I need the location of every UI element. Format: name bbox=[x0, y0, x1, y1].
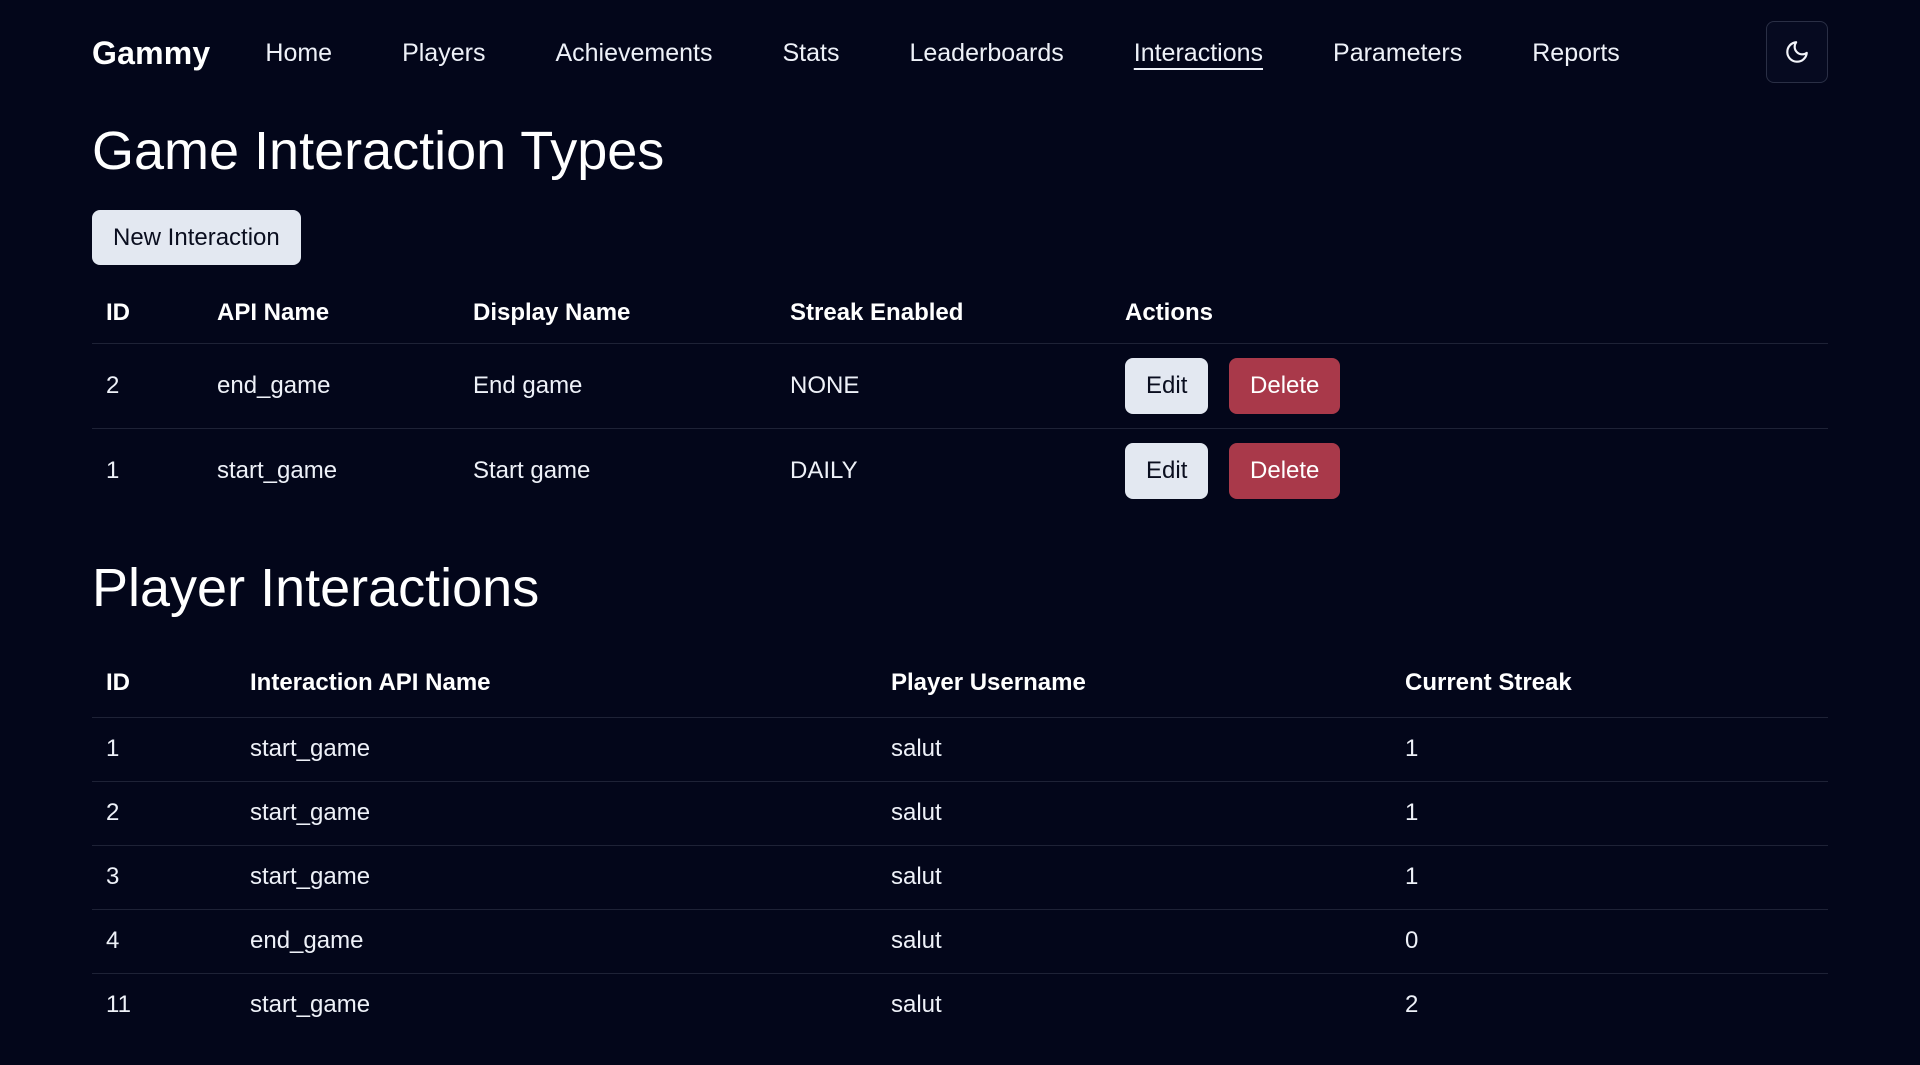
cell-api-name: start_game bbox=[250, 991, 371, 1019]
interaction-types-title: Game Interaction Types bbox=[92, 121, 665, 181]
cell-api-name: start_game bbox=[250, 863, 371, 890]
nav-link-achievements[interactable]: Achievements bbox=[555, 39, 712, 68]
cell-username: salut bbox=[891, 991, 942, 1019]
cell-streak-enabled: DAILY bbox=[790, 456, 858, 484]
edit-button[interactable]: Edit bbox=[1125, 357, 1209, 414]
cell-id: 3 bbox=[106, 863, 120, 890]
cell-streak: 1 bbox=[1405, 799, 1419, 826]
player-interactions-title: Player Interactions bbox=[92, 558, 540, 618]
column-header-actions: Actions bbox=[1125, 298, 1214, 326]
cell-streak: 1 bbox=[1405, 863, 1419, 890]
theme-toggle-button[interactable] bbox=[1766, 21, 1828, 83]
table-row: 3 start_game salut 1 bbox=[92, 845, 1828, 909]
nav-link-reports[interactable]: Reports bbox=[1532, 39, 1620, 68]
cell-id: 1 bbox=[106, 456, 120, 484]
cell-actions: Edit Delete bbox=[1111, 343, 1828, 428]
delete-button[interactable]: Delete bbox=[1229, 442, 1341, 499]
cell-id: 2 bbox=[106, 799, 120, 826]
cell-actions: Edit Delete bbox=[1111, 428, 1828, 513]
table-row: 2 start_game salut 1 bbox=[92, 781, 1828, 845]
nav-link-players[interactable]: Players bbox=[402, 39, 485, 68]
column-header-streak-enabled: Streak Enabled bbox=[790, 298, 964, 326]
table-row: 4 end_game salut 0 bbox=[92, 909, 1828, 973]
column-header-interaction-api-name: Interaction API Name bbox=[250, 668, 491, 696]
cell-streak-enabled: NONE bbox=[790, 371, 860, 399]
interaction-types-section: Game Interaction Types New Interaction I… bbox=[92, 124, 1828, 513]
cell-streak: 1 bbox=[1405, 735, 1419, 762]
player-interactions-table: ID Interaction API Name Player Username … bbox=[92, 649, 1828, 1037]
page: Gammy Home Players Achievements Stats Le… bbox=[0, 0, 1920, 1065]
new-interaction-button[interactable]: New Interaction bbox=[92, 210, 301, 265]
delete-button[interactable]: Delete bbox=[1229, 357, 1341, 414]
nav-link-parameters[interactable]: Parameters bbox=[1333, 39, 1462, 68]
cell-api-name: start_game bbox=[250, 735, 371, 762]
player-interactions-section: Player Interactions ID Interaction API N… bbox=[92, 561, 1828, 1037]
table-row: 1 start_game salut 1 bbox=[92, 717, 1828, 781]
cell-username: salut bbox=[891, 735, 942, 762]
cell-display-name: Start game bbox=[473, 456, 591, 484]
moon-icon bbox=[1786, 41, 1808, 63]
table-row: 1 start_game Start game DAILY Edit Delet… bbox=[92, 428, 1828, 513]
nav-link-interactions[interactable]: Interactions bbox=[1134, 39, 1263, 68]
table-header-row: ID API Name Display Name Streak Enabled … bbox=[92, 283, 1828, 343]
cell-api-name: end_game bbox=[217, 371, 331, 399]
table-header-row: ID Interaction API Name Player Username … bbox=[92, 649, 1828, 717]
cell-display-name: End game bbox=[473, 371, 583, 399]
top-navbar: Gammy Home Players Achievements Stats Le… bbox=[92, 0, 1828, 106]
column-header-api-name: API Name bbox=[217, 298, 330, 326]
cell-username: salut bbox=[891, 799, 942, 826]
cell-username: salut bbox=[891, 927, 942, 954]
cell-username: salut bbox=[891, 863, 942, 890]
interaction-types-table: ID API Name Display Name Streak Enabled … bbox=[92, 283, 1828, 513]
table-row: 11 start_game salut 2 bbox=[92, 973, 1828, 1037]
column-header-id: ID bbox=[106, 298, 130, 326]
column-header-player-username: Player Username bbox=[891, 668, 1086, 696]
edit-button[interactable]: Edit bbox=[1125, 442, 1209, 499]
cell-id: 1 bbox=[106, 735, 120, 762]
cell-streak: 2 bbox=[1405, 991, 1419, 1019]
column-header-display-name: Display Name bbox=[473, 298, 631, 326]
cell-id: 2 bbox=[106, 371, 120, 399]
cell-api-name: start_game bbox=[250, 799, 371, 826]
cell-api-name: start_game bbox=[217, 456, 338, 484]
nav-links: Home Players Achievements Stats Leaderbo… bbox=[265, 39, 1689, 68]
column-header-id: ID bbox=[106, 668, 130, 696]
column-header-current-streak: Current Streak bbox=[1405, 668, 1572, 696]
nav-link-leaderboards[interactable]: Leaderboards bbox=[909, 39, 1063, 68]
brand-logo[interactable]: Gammy bbox=[92, 35, 210, 72]
cell-api-name: end_game bbox=[250, 927, 364, 954]
nav-link-home[interactable]: Home bbox=[265, 39, 332, 68]
cell-id: 4 bbox=[106, 927, 120, 954]
table-row: 2 end_game End game NONE Edit Delete bbox=[92, 343, 1828, 428]
cell-streak: 0 bbox=[1405, 927, 1419, 954]
nav-link-stats[interactable]: Stats bbox=[782, 39, 839, 68]
cell-id: 11 bbox=[106, 991, 131, 1019]
